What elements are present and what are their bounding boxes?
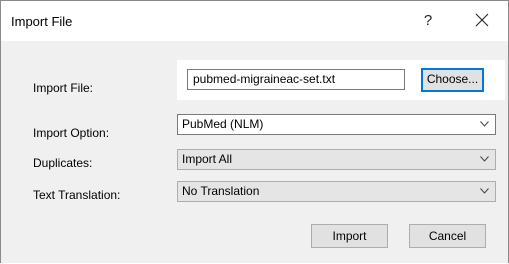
- duplicates-select[interactable]: Import All: [177, 149, 496, 170]
- dialog-title: Import File: [11, 14, 73, 29]
- import-button[interactable]: Import: [311, 224, 388, 248]
- text-translation-select[interactable]: No Translation: [177, 181, 496, 202]
- import-file-label: Import File:: [33, 81, 94, 95]
- duplicates-value: Import All: [182, 152, 233, 166]
- import-file-field[interactable]: pubmed-migraineac-set.txt: [187, 69, 405, 90]
- chevron-down-icon: [480, 156, 489, 162]
- chevron-down-icon: [480, 121, 489, 127]
- close-icon: [475, 13, 489, 27]
- import-file-dialog: Import File ? Import File: pubmed-migrai…: [0, 0, 509, 263]
- import-option-value: PubMed (NLM): [182, 117, 264, 131]
- duplicates-label: Duplicates:: [33, 156, 93, 170]
- chevron-down-icon: [480, 188, 489, 194]
- import-option-label: Import Option:: [33, 126, 110, 140]
- cancel-button[interactable]: Cancel: [409, 224, 486, 248]
- close-button[interactable]: [467, 9, 497, 33]
- choose-button[interactable]: Choose...: [421, 68, 484, 92]
- title-bar: Import File ?: [1, 1, 508, 41]
- import-option-select[interactable]: PubMed (NLM): [177, 114, 496, 135]
- text-translation-value: No Translation: [182, 184, 260, 198]
- help-button[interactable]: ?: [415, 9, 441, 33]
- text-translation-label: Text Translation:: [33, 188, 121, 202]
